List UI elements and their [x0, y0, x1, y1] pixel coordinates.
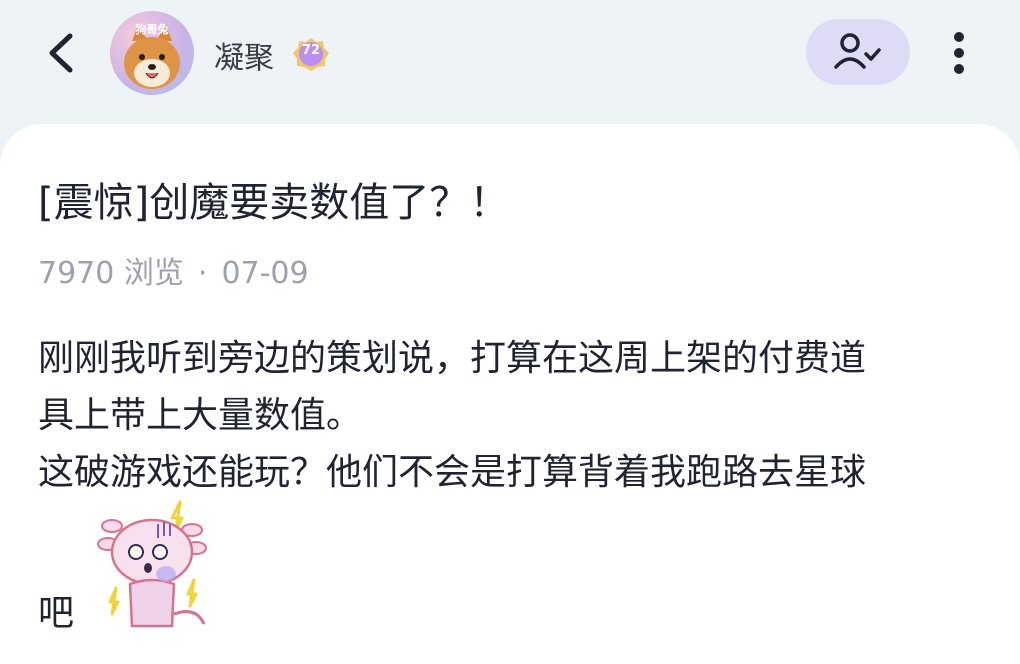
- post-body-line: 这破游戏还能玩？他们不会是打算背着我跑路去星球: [38, 452, 867, 493]
- top-bar: 狗哥兔 凝聚 72: [0, 0, 1020, 120]
- back-button[interactable]: [40, 28, 84, 78]
- level-number: 72: [301, 43, 321, 58]
- post-card: [震惊]创魔要卖数值了？！ 7970 浏览 · 07-09 刚刚我听到旁边的策划说，…: [0, 124, 1020, 664]
- post-body-line: 刚刚我听到旁边的策划说，打算在这周上架的付费道: [38, 338, 867, 379]
- axolotl-sticker-icon: [97, 500, 207, 628]
- post-date: 07-09: [221, 256, 309, 291]
- more-vertical-icon: [954, 32, 964, 74]
- meta-separator: ·: [197, 256, 208, 291]
- level-badge: 72: [292, 36, 330, 72]
- post-body-line: 吧: [38, 593, 75, 634]
- shocked-axolotl-sticker: [96, 496, 216, 634]
- post-title: [震惊]创魔要卖数值了？！: [38, 180, 510, 226]
- post-body-line: 具上带上大量数值。: [38, 395, 363, 436]
- more-options-button[interactable]: [944, 28, 974, 78]
- avatar-caption: 狗哥兔: [135, 23, 169, 36]
- post-meta: 7970 浏览 · 07-09: [38, 248, 309, 292]
- user-check-icon: [834, 33, 881, 69]
- follow-button[interactable]: [806, 19, 910, 85]
- chevron-left-icon: [49, 33, 73, 73]
- view-count: 7970 浏览: [38, 256, 184, 291]
- avatar[interactable]: 狗哥兔: [110, 11, 194, 95]
- user-name[interactable]: 凝聚: [214, 33, 274, 77]
